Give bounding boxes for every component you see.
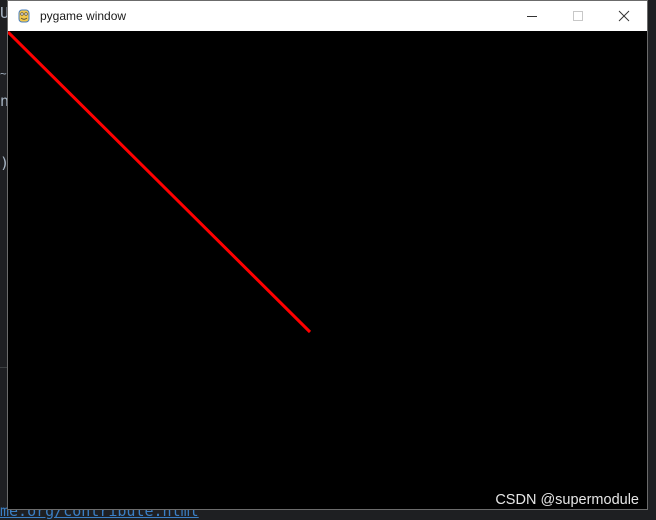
close-icon: [618, 10, 630, 22]
maximize-icon: [573, 11, 583, 21]
red-diagonal-line: [8, 31, 312, 334]
pygame-window[interactable]: pygame window CSDN @supermodule: [7, 0, 648, 510]
title-bar[interactable]: pygame window: [8, 1, 647, 31]
game-canvas[interactable]: CSDN @supermodule: [8, 31, 647, 509]
maximize-button[interactable]: [555, 1, 601, 31]
minimize-icon: [527, 16, 537, 17]
close-button[interactable]: [601, 1, 647, 31]
window-title: pygame window: [40, 9, 127, 23]
window-controls: [509, 1, 647, 31]
canvas-drawing: [8, 31, 312, 334]
watermark: CSDN @supermodule: [495, 492, 639, 508]
pygame-snake-icon: [16, 8, 32, 24]
editor-fragment: ~: [0, 67, 7, 80]
minimize-button[interactable]: [509, 1, 555, 31]
